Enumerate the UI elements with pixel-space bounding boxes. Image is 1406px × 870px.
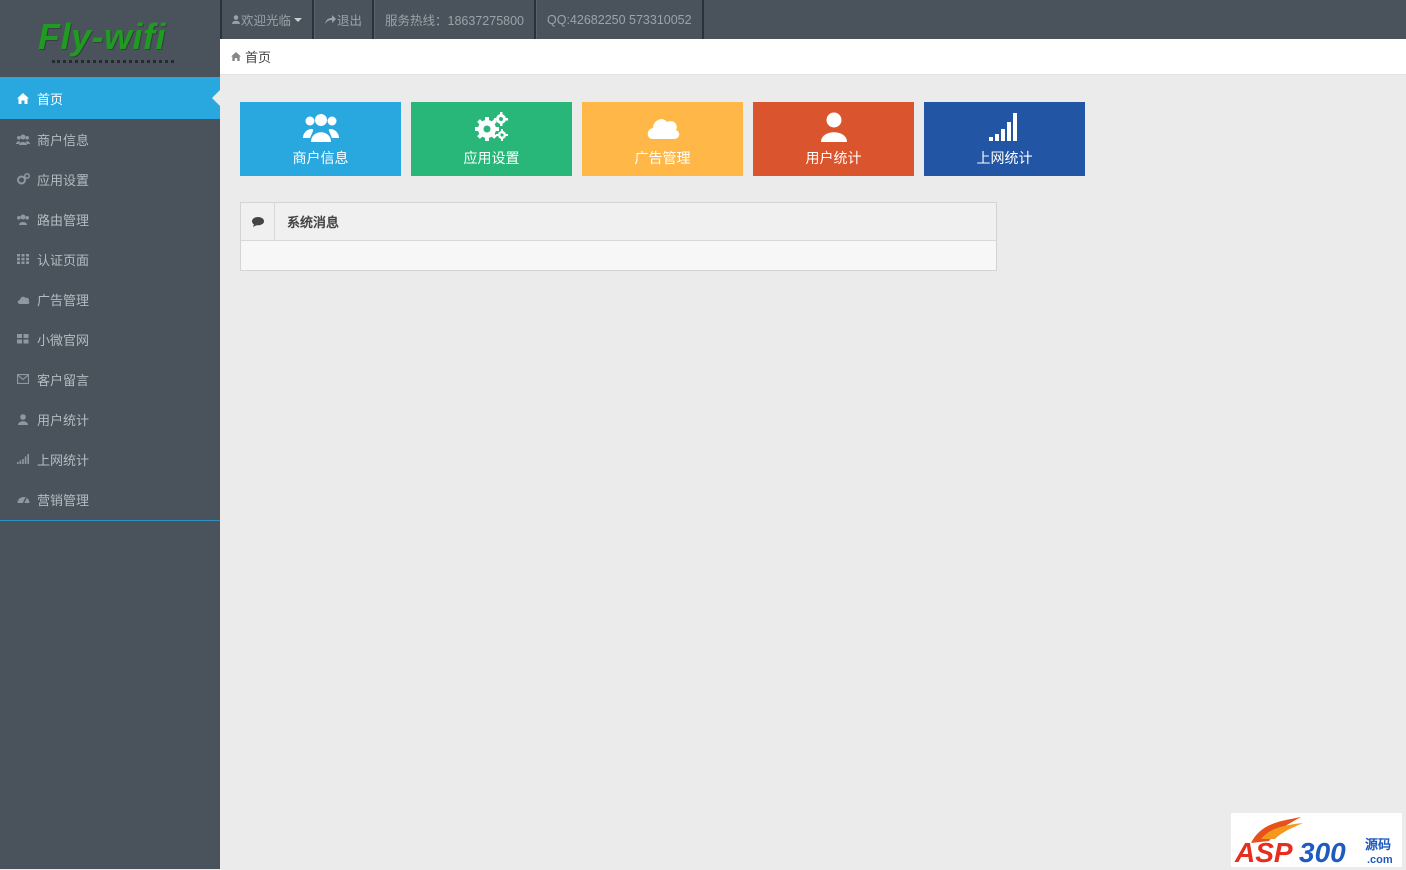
- signal-icon: [988, 111, 1021, 143]
- cloud-icon: [646, 111, 680, 143]
- user-icon: [15, 413, 31, 425]
- sidebar-item-messages[interactable]: 客户留言: [0, 359, 220, 399]
- sidebar-item-label: 认证页面: [37, 252, 90, 268]
- tile-label: 商户信息: [292, 150, 349, 166]
- system-messages-panel: 系统消息: [240, 202, 997, 271]
- sidebar-divider: [0, 520, 220, 521]
- sidebar-item-label: 应用设置: [37, 172, 90, 188]
- hotline-label: 服务热线：18637275800: [385, 14, 525, 28]
- hotline: 服务热线：18637275800: [374, 0, 537, 39]
- sidebar-item-user-stats[interactable]: 用户统计: [0, 399, 220, 439]
- cloud-icon: [15, 293, 31, 305]
- sidebar-item-label: 商户信息: [37, 132, 90, 148]
- cogs-icon: [474, 111, 509, 143]
- signal-icon: [15, 453, 31, 465]
- sidebar-item-label: 路由管理: [37, 212, 90, 228]
- user-icon: [232, 15, 240, 24]
- tile-app-settings[interactable]: 应用设置: [411, 102, 572, 176]
- tile-merchant-info[interactable]: 商户信息: [240, 102, 401, 176]
- th-large-icon: [15, 333, 31, 345]
- qq-label: QQ:42682250 573310052: [547, 12, 692, 27]
- tile-label: 广告管理: [634, 150, 691, 166]
- svg-text:.com: .com: [1367, 854, 1393, 866]
- sidebar-menu: 首页 商户信息 应用设置 路由管理 认证页面 广告管理 小微官网 客户留言 用户…: [0, 77, 220, 521]
- grid-icon: [15, 253, 31, 265]
- comment-icon: [241, 203, 275, 240]
- sidebar-item-home[interactable]: 首页: [0, 77, 220, 119]
- logout-label: 退出: [337, 14, 363, 28]
- panel-body: [241, 241, 996, 272]
- tile-label: 上网统计: [976, 150, 1033, 166]
- sidebar-item-label: 小微官网: [37, 332, 90, 348]
- caret-down-icon: [294, 17, 303, 22]
- sidebar-item-ads[interactable]: 广告管理: [0, 279, 220, 319]
- tile-ads[interactable]: 广告管理: [582, 102, 743, 176]
- logo-underline: [52, 60, 174, 69]
- tile-user-stats[interactable]: 用户统计: [753, 102, 914, 176]
- welcome-dropdown[interactable]: 欢迎光临: [220, 0, 315, 39]
- sidebar-item-label: 用户统计: [37, 412, 90, 428]
- tile-label: 应用设置: [463, 150, 520, 166]
- breadcrumb-home-link[interactable]: 首页: [245, 47, 271, 66]
- tile-net-stats[interactable]: 上网统计: [924, 102, 1085, 176]
- user-icon: [820, 111, 847, 143]
- svg-text:源码: 源码: [1365, 837, 1391, 853]
- welcome-label: 欢迎光临: [241, 14, 292, 28]
- home-icon: [231, 52, 241, 61]
- panel-title: 系统消息: [287, 215, 340, 230]
- sidebar-item-label: 首页: [37, 91, 64, 107]
- users-icon: [15, 213, 31, 225]
- topbar: 欢迎光临 退出 服务热线：18637275800 QQ:42682250 573…: [220, 0, 1406, 39]
- sidebar-item-label: 上网统计: [37, 452, 90, 468]
- sidebar-item-marketing[interactable]: 营销管理: [0, 479, 220, 519]
- home-icon: [15, 92, 31, 104]
- cogs-icon: [15, 173, 31, 185]
- watermark-logo: ASP 300 源码 .com: [1231, 813, 1402, 868]
- sidebar-item-auth-page[interactable]: 认证页面: [0, 239, 220, 279]
- sidebar-item-label: 营销管理: [37, 492, 90, 508]
- dashboard-icon: [15, 493, 31, 505]
- svg-text:ASP: ASP: [1234, 837, 1293, 867]
- sidebar-item-net-stats[interactable]: 上网统计: [0, 439, 220, 479]
- users-icon: [302, 111, 339, 143]
- sidebar-item-micro-site[interactable]: 小微官网: [0, 319, 220, 359]
- tile-label: 用户统计: [805, 150, 862, 166]
- logo[interactable]: Fly-wifi: [0, 0, 220, 77]
- svg-text:300: 300: [1299, 837, 1346, 867]
- sidebar-item-merchant-info[interactable]: 商户信息: [0, 119, 220, 159]
- sidebar-item-router[interactable]: 路由管理: [0, 199, 220, 239]
- users-icon: [15, 133, 31, 145]
- panel-header: 系统消息: [241, 203, 996, 241]
- quick-tiles: 商户信息 应用设置 广告管理 用户统计 上网统计: [240, 102, 1095, 176]
- breadcrumb: 首页: [220, 39, 1406, 75]
- sidebar-item-label: 客户留言: [37, 372, 90, 388]
- logo-text: Fly-wifi: [38, 16, 166, 57]
- sidebar-item-app-settings[interactable]: 应用设置: [0, 159, 220, 199]
- qq-contact: QQ:42682250 573310052: [536, 0, 704, 39]
- sidebar: Fly-wifi 首页 商户信息 应用设置 路由管理 认证页面 广告管理 小微官…: [0, 0, 220, 869]
- envelope-icon: [15, 373, 31, 385]
- logout-button[interactable]: 退出: [314, 0, 375, 39]
- share-icon: [325, 15, 337, 24]
- sidebar-item-label: 广告管理: [37, 292, 90, 308]
